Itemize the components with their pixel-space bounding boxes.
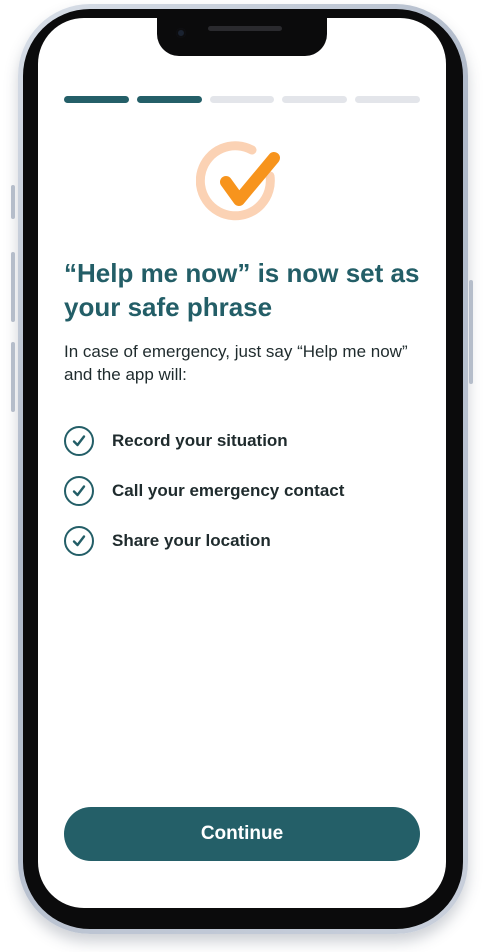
feature-label: Call your emergency contact <box>112 481 345 500</box>
progress-step-3 <box>209 96 275 103</box>
check-circle-icon <box>64 426 94 456</box>
feature-label: Record your situation <box>112 431 288 450</box>
phone-speaker <box>208 26 282 31</box>
page-title: “Help me now” is now set as your safe ph… <box>64 258 420 322</box>
progress-step-4 <box>282 96 348 103</box>
orange-checkmark-icon <box>195 138 288 230</box>
page-subtitle: In case of emergency, just say “Help me … <box>64 342 408 384</box>
list-item: Share your location <box>64 516 424 566</box>
app-screen: “Help me now” is now set as your safe ph… <box>38 18 446 908</box>
list-item: Record your situation <box>64 416 424 466</box>
progress-step-2 <box>136 96 202 103</box>
feature-list: Record your situation Call your emergenc… <box>64 416 424 566</box>
side-button-volume-up <box>11 252 15 322</box>
list-item: Call your emergency contact <box>64 466 424 516</box>
check-circle-icon <box>64 526 94 556</box>
side-button-power <box>469 280 473 384</box>
front-camera <box>176 28 186 38</box>
feature-label: Share your location <box>112 531 271 550</box>
continue-button[interactable]: Continue <box>64 807 420 861</box>
step-progress <box>64 96 420 103</box>
side-button-volume-down <box>11 342 15 412</box>
side-button-mute <box>11 185 15 219</box>
progress-step-1 <box>64 96 129 103</box>
check-circle-icon <box>64 476 94 506</box>
progress-step-5 <box>355 96 420 103</box>
